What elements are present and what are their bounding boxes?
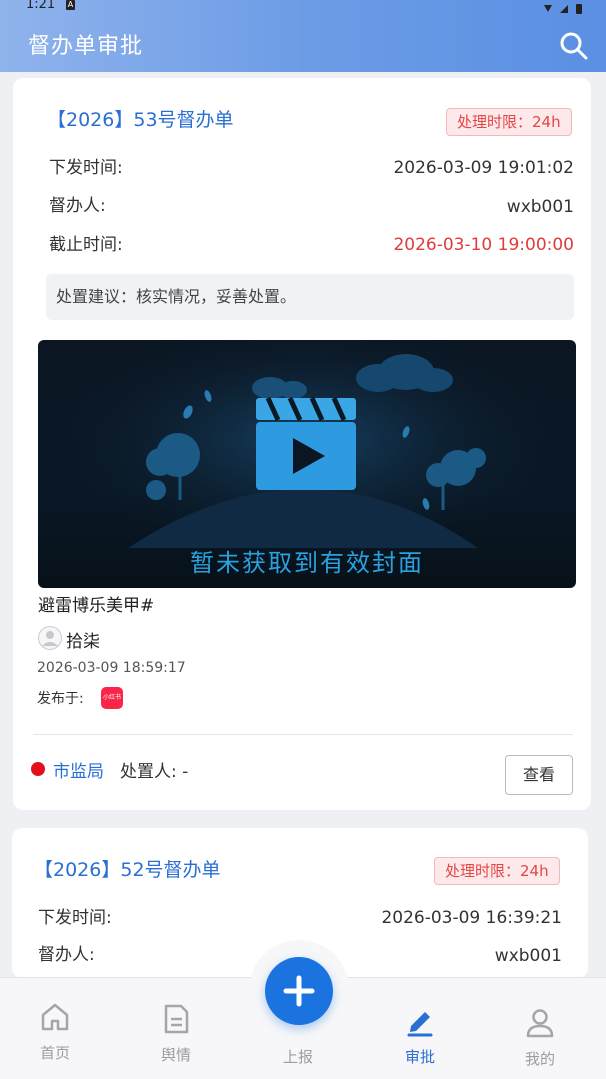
document-icon	[164, 1004, 189, 1034]
post-title: 避雷博乐美甲#	[38, 596, 155, 616]
department-name: 市监局	[53, 762, 104, 782]
app-header: 1:21 A 督办单审批	[0, 0, 606, 72]
card-title: 【2026】53号督办单	[47, 109, 234, 131]
due-time-value: 2026-03-10 19:00:00	[393, 235, 574, 255]
tab-label: 首页	[39, 1044, 70, 1062]
issue-time-label: 下发时间:	[49, 158, 123, 178]
supervisor-label: 督办人:	[49, 196, 106, 216]
card-title: 【2026】52号督办单	[34, 859, 221, 881]
tab-label: 我的	[524, 1050, 555, 1068]
search-icon	[560, 32, 588, 60]
suggestion-box: 处置建议：核实情况，妥善处置。	[46, 274, 574, 320]
supervisor-value: wxb001	[506, 197, 574, 217]
home-icon	[41, 1003, 69, 1031]
due-time-label: 截止时间:	[49, 235, 123, 255]
supervision-card[interactable]: 【2026】53号督办单 处理时限：24h 下发时间: 2026-03-09 1…	[13, 78, 591, 810]
user-icon	[526, 1009, 554, 1038]
tab-label: 审批	[404, 1048, 435, 1066]
status-time: 1:21	[26, 0, 56, 12]
xiaohongshu-icon: 小红书	[101, 687, 123, 709]
pen-icon	[407, 1012, 433, 1037]
tab-label: 上报	[282, 1048, 313, 1066]
signal-battery-icon	[542, 2, 586, 17]
user-avatar-icon	[42, 631, 58, 646]
supervisor-label: 督办人:	[38, 945, 95, 965]
post-time: 2026-03-09 18:59:17	[37, 660, 186, 676]
notification-icon: A	[66, 0, 75, 10]
divider	[33, 734, 573, 735]
deadline-badge: 处理时限：24h	[446, 108, 572, 136]
tab-mine[interactable]: 我的	[500, 1006, 580, 1069]
handler-text: 处置人: -	[120, 762, 189, 782]
tab-public-opinion[interactable]: 舆情	[136, 1002, 216, 1065]
status-dot	[31, 762, 45, 776]
issue-time-value: 2026-03-09 19:01:02	[393, 158, 574, 178]
tab-approval[interactable]: 审批	[380, 1004, 460, 1067]
view-button[interactable]: 查看	[505, 755, 573, 795]
video-cover[interactable]: 暂未获取到有效封面	[38, 340, 576, 588]
page-title: 督办单审批	[28, 34, 144, 59]
cover-placeholder-text: 暂未获取到有效封面	[190, 549, 424, 577]
add-report-button[interactable]	[265, 957, 333, 1025]
tab-label: 舆情	[160, 1046, 191, 1064]
avatar	[38, 626, 62, 650]
tab-home[interactable]: 首页	[15, 1000, 95, 1063]
issue-time-label: 下发时间:	[38, 908, 112, 928]
author-name: 拾柒	[66, 632, 100, 652]
deadline-badge: 处理时限：24h	[434, 857, 560, 885]
status-bar: 1:21 A	[0, 0, 606, 14]
issue-time-value: 2026-03-09 16:39:21	[381, 908, 562, 928]
plus-icon	[283, 975, 315, 1007]
supervisor-value: wxb001	[494, 946, 562, 966]
tab-report[interactable]: 上报	[258, 1042, 338, 1067]
publish-label: 发布于:	[37, 691, 84, 707]
search-button[interactable]	[558, 30, 590, 62]
